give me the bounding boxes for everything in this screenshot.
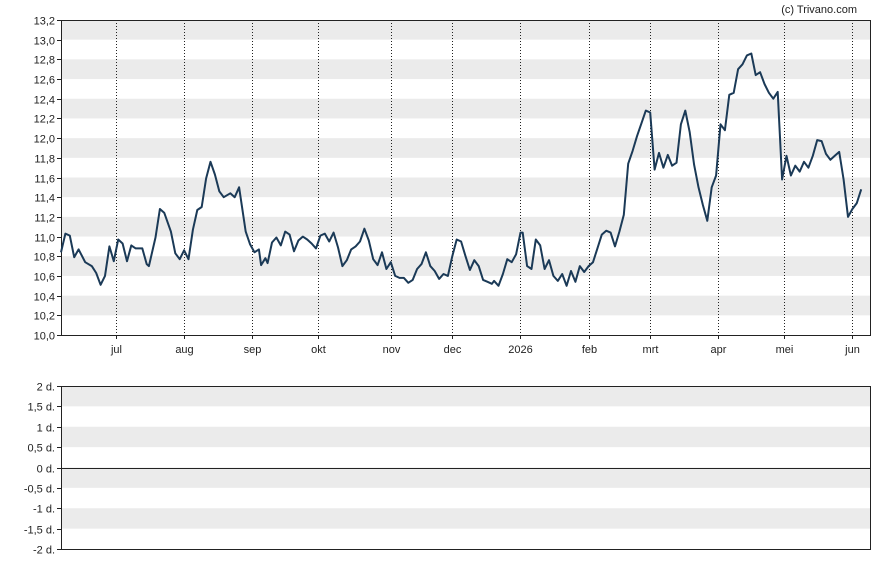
main-chart-bands — [61, 20, 870, 316]
main-chart-x-axis: jul aug sep okt nov dec 2026 feb mrt apr mei jun — [110, 335, 860, 356]
main-band — [61, 216, 870, 237]
y-tick-label: 10,8 — [34, 252, 55, 264]
y-tick-label: 10,2 — [34, 311, 55, 323]
y-tick-label: 10,4 — [34, 292, 55, 304]
y-tick-label: -1 d. — [33, 504, 55, 516]
y-tick-label: 10,6 — [34, 272, 55, 284]
main-band — [61, 98, 870, 119]
y-tick-label: 12,8 — [34, 55, 55, 67]
main-band — [61, 138, 870, 158]
x-tick-label: feb — [582, 344, 597, 356]
y-tick-label: 13,2 — [34, 16, 55, 28]
sub-band — [61, 426, 870, 448]
y-tick-label: 12,2 — [34, 114, 55, 126]
y-tick-label: 11,8 — [34, 154, 55, 166]
x-tick-label: 2026 — [508, 344, 532, 356]
x-tick-label: mrt — [643, 344, 659, 356]
main-chart-y-axis: 10,0 10,2 10,4 10,6 10,8 11,0 11,2 11,4 11,6 11,8… — [34, 16, 61, 343]
y-tick-label: 0 d. — [37, 464, 55, 476]
y-tick-label: 10,0 — [34, 331, 55, 343]
sub-chart-y-axis: -2 d. -1,5 d. -1 d. -0,5 d. 0 d. 0,5 d. 1 d. 1,… — [24, 382, 61, 557]
y-tick-label: 12,6 — [34, 75, 55, 87]
y-tick-label: 1 d. — [37, 423, 55, 435]
y-tick-label: -2 d. — [33, 545, 55, 557]
x-tick-label: nov — [383, 344, 401, 356]
y-tick-label: 2 d. — [37, 382, 55, 394]
y-tick-label: -1,5 d. — [24, 525, 55, 537]
main-band — [61, 295, 870, 316]
x-tick-label: okt — [311, 344, 326, 356]
sub-band — [61, 386, 870, 407]
x-tick-label: jun — [844, 344, 860, 356]
main-band — [61, 177, 870, 198]
y-tick-label: -0,5 d. — [24, 484, 55, 496]
credit-label: (c) Trivano.com — [781, 4, 857, 16]
x-tick-label: jul — [110, 344, 122, 356]
main-band — [61, 20, 870, 40]
x-tick-label: mei — [776, 344, 794, 356]
x-tick-label: dec — [444, 344, 462, 356]
y-tick-label: 12,0 — [34, 134, 55, 146]
y-tick-label: 13,0 — [34, 36, 55, 48]
y-tick-label: 0,5 d. — [27, 443, 55, 455]
y-tick-label: 11,0 — [34, 233, 55, 245]
sub-band — [61, 508, 870, 529]
x-tick-label: sep — [244, 344, 262, 356]
main-band — [61, 59, 870, 80]
sub-band — [61, 467, 870, 488]
y-tick-label: 11,6 — [34, 174, 55, 186]
y-tick-label: 1,5 d. — [27, 402, 55, 414]
x-tick-label: apr — [711, 344, 727, 356]
price-series-line — [60, 52, 863, 287]
x-tick-label: aug — [175, 344, 193, 356]
y-tick-label: 11,4 — [34, 193, 55, 205]
chart-canvas: 10,0 10,2 10,4 10,6 10,8 11,0 11,2 11,4 11,6 11,8… — [24, 4, 871, 557]
sub-chart-bands — [61, 386, 870, 529]
y-tick-label: 11,2 — [34, 213, 55, 225]
y-tick-label: 12,4 — [34, 95, 55, 107]
